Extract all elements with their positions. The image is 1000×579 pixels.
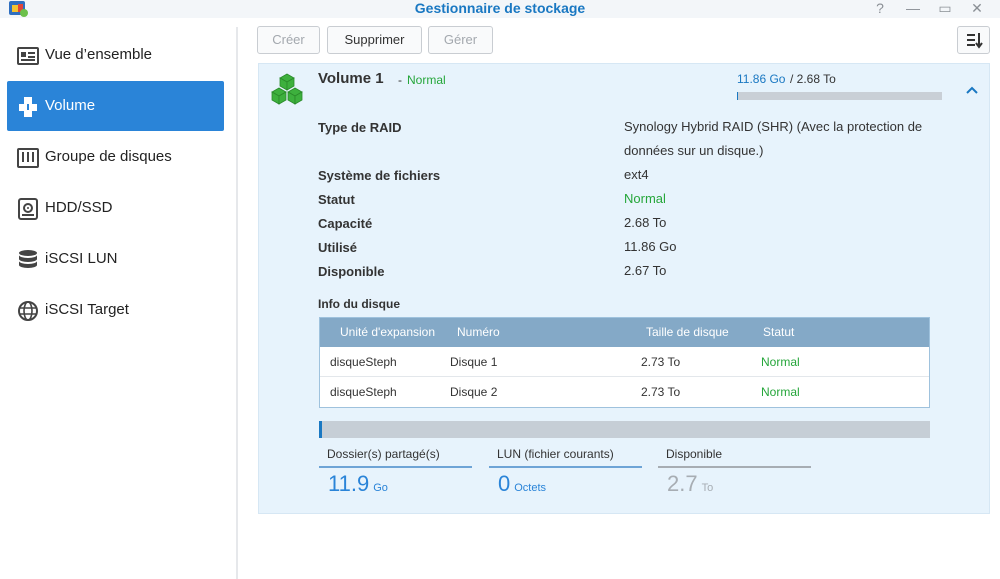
sidebar-item-label: Vue d’ensemble (45, 46, 153, 63)
create-button[interactable]: Créer (257, 26, 320, 54)
sidebar-item-hdd-ssd[interactable]: HDD/SSD (7, 183, 224, 233)
help-button[interactable]: ? (870, 0, 890, 18)
volume-panel[interactable]: Volume 1 - Normal 11.86 Go / 2.68 To Typ… (258, 63, 990, 514)
volume-usage-bar (737, 92, 942, 100)
overview-icon (17, 47, 39, 65)
stat-lun: LUN (fichier courants) 0 Octets (489, 447, 642, 499)
sidebar-item-label: Volume (45, 97, 96, 114)
storage-manager-window: Gestionnaire de stockage ? — ▭ ✕ Vue d’e… (0, 0, 1000, 579)
minimize-button[interactable]: — (903, 0, 923, 18)
filesystem-label: Système de fichiers (318, 168, 441, 183)
filesystem-value: ext4 (624, 167, 649, 182)
delete-button[interactable]: Supprimer (327, 26, 422, 54)
chevron-up-icon[interactable] (964, 82, 980, 98)
disk-table-header: Unité d'expansion Numéro Taille de disqu… (320, 318, 929, 347)
sidebar-item-volume[interactable]: Volume (7, 81, 224, 131)
stat-shared-folders-label: Dossier(s) partagé(s) (327, 447, 440, 461)
volume-cubes-icon (271, 73, 303, 105)
stat-divider (319, 466, 472, 468)
volume-status: Normal (407, 73, 446, 87)
sidebar-item-label: iSCSI LUN (45, 250, 118, 267)
raid-type-value: Synology Hybrid RAID (SHR) (Avec la prot… (624, 119, 923, 158)
cell-disk-size: 2.73 To (641, 355, 681, 369)
maximize-button[interactable]: ▭ (935, 0, 955, 18)
allocation-fill (319, 421, 323, 438)
volume-usage-fill (737, 92, 739, 100)
sort-button[interactable] (957, 26, 990, 54)
sidebar: Vue d’ensemble Volume Groupe de disques (0, 27, 238, 579)
volume-separator: - (398, 73, 402, 87)
stat-shared-folders-value: 11.9 Go (328, 471, 388, 496)
available-label: Disponible (318, 264, 385, 279)
column-header-number: Numéro (457, 325, 500, 339)
cell-expansion-unit: disqueSteph (330, 385, 397, 399)
sidebar-item-iscsi-lun[interactable]: iSCSI LUN (7, 234, 224, 284)
title-bar: Gestionnaire de stockage ? — ▭ ✕ (0, 0, 1000, 18)
status-value: Normal (624, 191, 666, 206)
close-button[interactable]: ✕ (967, 0, 987, 18)
sidebar-item-label: Groupe de disques (45, 148, 172, 165)
stat-available-value: 2.7 To (667, 471, 714, 496)
available-value: 2.67 To (624, 263, 667, 278)
volume-used-size: 11.86 Go (737, 72, 786, 86)
disk-table: Unité d'expansion Numéro Taille de disqu… (319, 317, 930, 408)
cell-status: Normal (761, 355, 800, 369)
used-label: Utilisé (318, 240, 358, 255)
cell-number: Disque 2 (450, 385, 498, 399)
stat-divider (489, 466, 642, 468)
sidebar-item-iscsi-target[interactable]: iSCSI Target (7, 285, 224, 335)
volume-total-size: / 2.68 To (790, 72, 836, 86)
stat-lun-label: LUN (fichier courants) (497, 447, 614, 461)
stat-shared-folders: Dossier(s) partagé(s) 11.9 Go (319, 447, 472, 499)
cell-expansion-unit: disqueSteph (330, 355, 397, 369)
sidebar-item-disk-group[interactable]: Groupe de disques (7, 132, 224, 182)
sort-icon (967, 33, 983, 49)
volume-name: Volume 1 (318, 70, 384, 87)
cell-disk-size: 2.73 To (641, 385, 681, 399)
raid-type-label: Type de RAID (318, 120, 402, 135)
column-header-expansion-unit: Unité d'expansion (340, 325, 436, 339)
sidebar-item-label: iSCSI Target (45, 301, 129, 318)
table-row[interactable]: disqueSteph Disque 1 2.73 To Normal (320, 347, 929, 377)
disk-group-icon (17, 148, 39, 168)
hdd-icon (18, 198, 38, 220)
capacity-value: 2.68 To (624, 215, 667, 230)
capacity-label: Capacité (318, 216, 373, 231)
stat-available: Disponible 2.7 To (658, 447, 811, 499)
disk-info-title: Info du disque (318, 297, 400, 311)
sidebar-item-overview[interactable]: Vue d’ensemble (7, 30, 224, 80)
column-header-disk-size: Taille de disque (646, 325, 729, 339)
manage-button[interactable]: Gérer (428, 26, 493, 54)
status-label: Statut (318, 192, 355, 207)
table-row[interactable]: disqueSteph Disque 2 2.73 To Normal (320, 377, 929, 407)
iscsi-lun-icon (19, 250, 37, 268)
iscsi-target-icon (18, 301, 38, 321)
column-header-status: Statut (763, 325, 795, 339)
allocation-bar (319, 421, 930, 438)
volume-icon (19, 97, 37, 117)
cell-number: Disque 1 (450, 355, 498, 369)
cell-status: Normal (761, 385, 800, 399)
stat-divider (658, 466, 811, 468)
used-value: 11.86 Go (624, 239, 677, 254)
stat-available-label: Disponible (666, 447, 723, 461)
window-title: Gestionnaire de stockage (414, 0, 586, 16)
sidebar-item-label: HDD/SSD (45, 199, 113, 216)
stat-lun-value: 0 Octets (498, 471, 547, 496)
